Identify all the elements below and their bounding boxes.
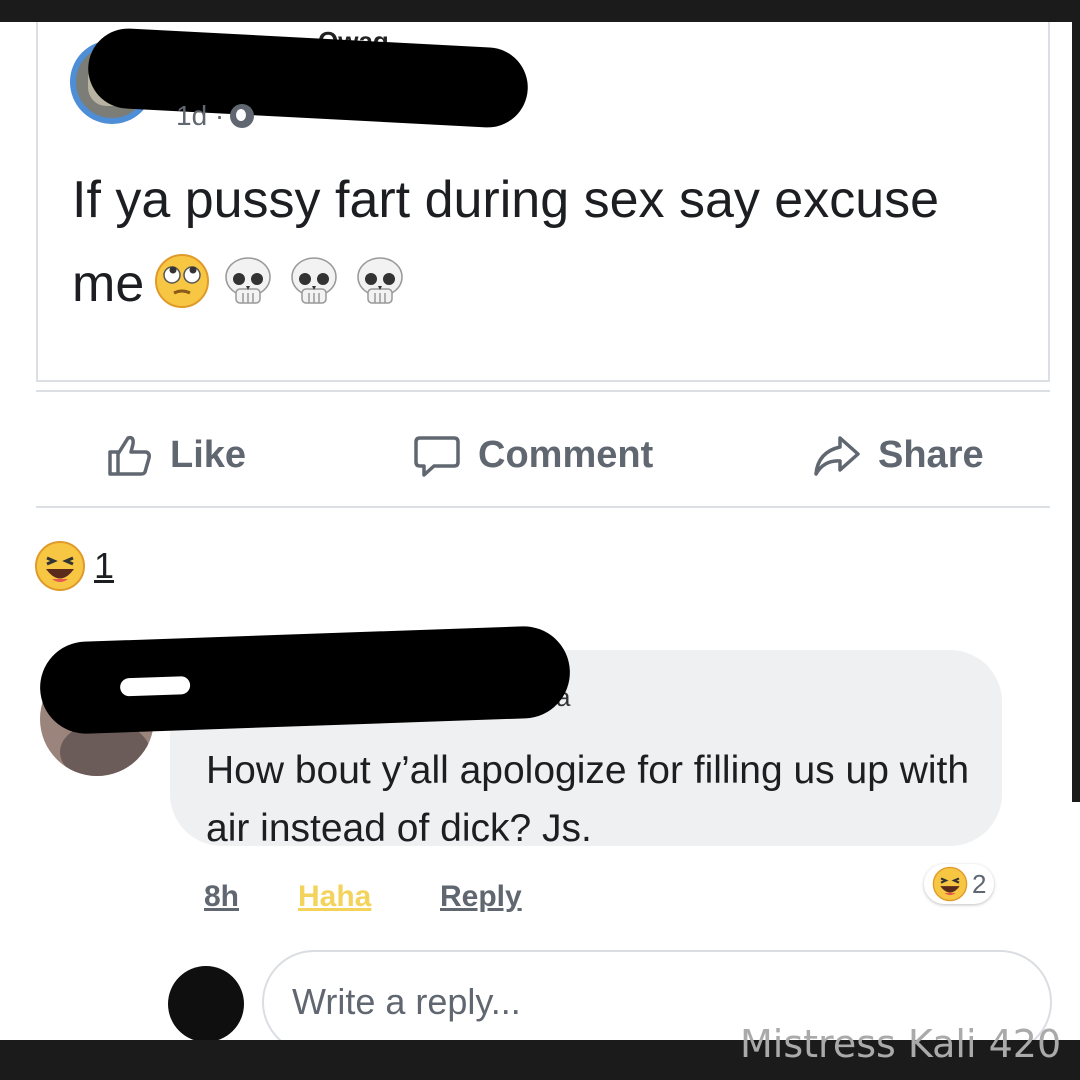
comment-icon <box>414 436 460 477</box>
redaction-scribble <box>86 26 530 130</box>
post-timestamp[interactable]: 1d · <box>176 100 255 132</box>
divider <box>36 390 1050 392</box>
divider <box>36 506 1050 508</box>
comment-text: How bout y’all apologize for filling us … <box>206 749 970 850</box>
rolling-eyes-emoji-icon <box>155 254 210 308</box>
haha-reaction-icon <box>35 541 85 591</box>
reply-link[interactable]: Reply <box>440 880 522 914</box>
comment-reaction-badge[interactable]: 2 <box>924 864 995 904</box>
post-text: If ya pussy fart during sex say excuse m… <box>72 171 940 313</box>
comment-time[interactable]: 8h <box>204 880 239 914</box>
facebook-post-screen: Owag 1d · If ya pussy fart during sex sa… <box>0 22 1080 1040</box>
reaction-count: 1 <box>94 545 115 586</box>
current-user-avatar <box>168 966 244 1040</box>
share-button[interactable]: Share <box>812 425 984 485</box>
globe-icon <box>230 104 255 128</box>
comment-button[interactable]: Comment <box>412 425 653 485</box>
reply-placeholder: Write a reply... <box>292 981 521 1022</box>
share-arrow-icon <box>814 436 860 476</box>
thumbs-up-icon <box>108 435 151 476</box>
redaction-scribble <box>38 624 572 736</box>
watermark: Mistress Kali 420 <box>740 1022 1062 1066</box>
like-button[interactable]: Like <box>104 425 246 485</box>
comment-reaction-count: 2 <box>972 868 987 899</box>
haha-reaction-icon <box>932 866 968 902</box>
post-card: Owag 1d · If ya pussy fart during sex sa… <box>36 22 1050 382</box>
frame-edge <box>1072 22 1080 802</box>
skull-emoji-icon <box>357 257 403 304</box>
comment-haha-reaction[interactable]: Haha <box>298 880 371 914</box>
reaction-summary[interactable]: 1 <box>34 540 114 592</box>
skull-emoji-icon <box>225 257 271 304</box>
skull-emoji-icon <box>291 257 337 304</box>
